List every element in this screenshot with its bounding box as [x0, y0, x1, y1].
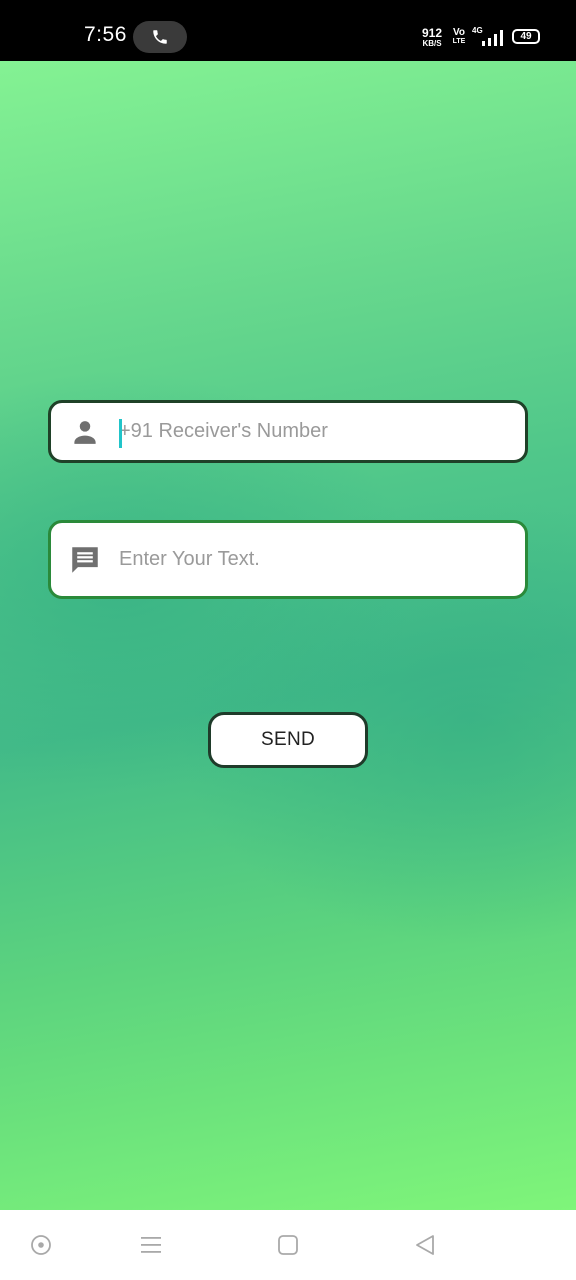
send-button[interactable]: SEND	[208, 712, 368, 768]
receiver-number-field[interactable]	[48, 400, 528, 463]
home-button[interactable]	[275, 1232, 301, 1258]
network-speed-unit: KB/S	[422, 39, 442, 48]
network-speed-value: 912	[421, 26, 443, 40]
person-icon	[68, 415, 102, 449]
status-bar: 7:56 912 KB/S Vo LTE 4G 49	[0, 0, 576, 61]
volte-indicator: Vo LTE	[452, 27, 466, 46]
status-time: 7:56	[84, 23, 127, 46]
navigation-bar	[0, 1210, 576, 1280]
message-icon	[68, 543, 102, 577]
volte-bottom: LTE	[452, 38, 466, 45]
battery-level: 49	[520, 31, 532, 42]
message-field[interactable]	[48, 520, 528, 599]
text-cursor	[119, 419, 122, 448]
assistant-button[interactable]	[28, 1232, 54, 1258]
receiver-number-input[interactable]	[119, 403, 509, 460]
recent-apps-button[interactable]	[138, 1232, 164, 1258]
message-input[interactable]	[119, 523, 509, 596]
network-speed: 912 KB/S	[419, 27, 445, 48]
battery-indicator: 49	[512, 29, 540, 44]
app-screen: SEND	[0, 61, 576, 1210]
volte-top: Vo	[452, 27, 466, 38]
ongoing-call-chip[interactable]	[133, 21, 187, 53]
signal-icon	[482, 30, 503, 46]
back-button[interactable]	[412, 1232, 438, 1258]
assistant-icon	[31, 1235, 51, 1255]
menu-icon	[141, 1237, 161, 1253]
phone-icon	[153, 30, 167, 44]
home-icon	[278, 1235, 298, 1255]
back-icon	[416, 1235, 434, 1255]
